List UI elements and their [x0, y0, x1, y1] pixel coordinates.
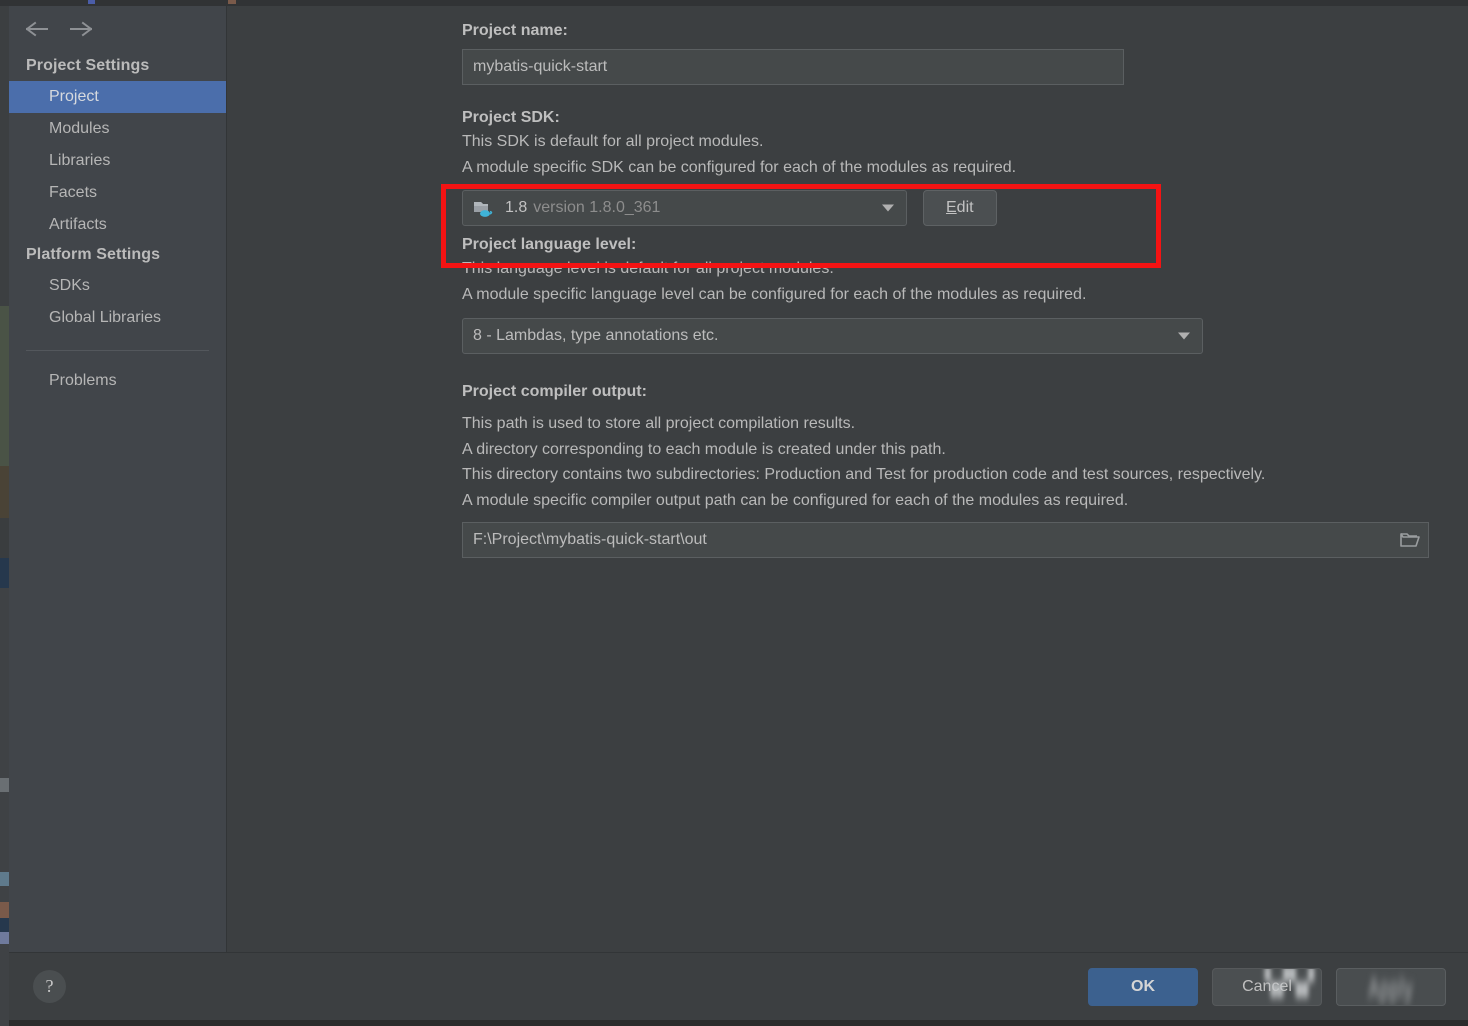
background-artifact: [0, 872, 9, 886]
project-language-level-combobox[interactable]: 8 - Lambdas, type annotations etc.: [462, 318, 1203, 354]
background-artifact: [0, 778, 9, 792]
sidebar-item-libraries[interactable]: Libraries: [9, 145, 226, 177]
sidebar-item-label: SDKs: [49, 277, 90, 294]
background-artifact: [88, 0, 95, 4]
compiler-output-description-line: This path is used to store all project c…: [462, 411, 1468, 437]
project-settings-panel: Project name: mybatis-quick-start Projec…: [227, 6, 1468, 952]
sidebar-item-project[interactable]: Project: [9, 81, 226, 113]
sidebar-item-global-libraries[interactable]: Global Libraries: [9, 302, 226, 334]
sidebar-item-facets[interactable]: Facets: [9, 177, 226, 209]
dialog-action-buttons: OK Cancel ▚▞▚▞ Apply: [1088, 968, 1446, 1006]
background-artifact: [0, 932, 9, 944]
help-button[interactable]: ?: [33, 970, 66, 1003]
edit-button-rest: dit: [957, 199, 974, 217]
edit-sdk-button[interactable]: Edit: [923, 190, 997, 226]
compiler-output-description-line: A module specific compiler output path c…: [462, 488, 1468, 514]
open-folder-icon[interactable]: [1399, 531, 1421, 549]
project-sdk-description-line: This SDK is default for all project modu…: [462, 129, 1468, 155]
background-artifact: [0, 886, 9, 902]
compiler-output-description-line: A directory corresponding to each module…: [462, 437, 1468, 463]
compiler-output-path-input[interactable]: F:\Project\mybatis-quick-start\out: [462, 522, 1429, 558]
language-level-description-line: A module specific language level can be …: [462, 282, 1468, 308]
background-left-strip: [0, 6, 9, 1020]
sidebar-group-project-settings: Project Settings: [9, 52, 226, 81]
dialog-footer: ? OK Cancel ▚▞▚▞ Apply: [9, 952, 1468, 1020]
compiler-output-path-row: F:\Project\mybatis-quick-start\out: [462, 522, 1429, 558]
sidebar-item-label: Modules: [49, 120, 109, 137]
compiler-output-description-line: This directory contains two subdirectori…: [462, 462, 1468, 488]
java-sdk-folder-icon: [473, 198, 497, 218]
sidebar-item-sdks[interactable]: SDKs: [9, 270, 226, 302]
sidebar-item-label: Artifacts: [49, 216, 107, 233]
background-artifact: [0, 588, 9, 778]
sidebar-item-label: Libraries: [49, 152, 110, 169]
project-name-input[interactable]: mybatis-quick-start: [462, 49, 1124, 85]
edit-button-mnemonic: E: [946, 199, 957, 217]
project-sdk-combobox[interactable]: 1.8 version 1.8.0_361: [462, 190, 907, 226]
sidebar-group-platform-settings: Platform Settings: [9, 241, 226, 270]
ok-button[interactable]: OK: [1088, 968, 1198, 1006]
settings-sidebar: Project Settings Project Modules Librari…: [9, 6, 227, 952]
project-compiler-output-label: Project compiler output:: [462, 381, 1468, 403]
project-sdk-description-line: A module specific SDK can be configured …: [462, 155, 1468, 181]
background-artifact: [0, 902, 9, 918]
background-artifact: [228, 0, 236, 4]
sidebar-item-label: Problems: [49, 372, 117, 389]
arrow-left-icon[interactable]: [26, 18, 48, 40]
language-level-value: 8 - Lambdas, type annotations etc.: [473, 327, 718, 345]
project-sdk-name: 1.8: [505, 199, 527, 217]
sidebar-item-modules[interactable]: Modules: [9, 113, 226, 145]
sidebar-item-artifacts[interactable]: Artifacts: [9, 209, 226, 241]
background-artifact: [0, 306, 9, 466]
ok-button-label: OK: [1131, 978, 1155, 996]
cancel-button-label: Cancel: [1242, 978, 1292, 996]
arrow-right-icon[interactable]: [70, 18, 92, 40]
project-language-level-label: Project language level:: [462, 234, 1468, 256]
apply-button-label: Apply: [1368, 973, 1413, 1005]
sidebar-navigation-arrows: [9, 6, 226, 52]
project-sdk-row: 1.8 version 1.8.0_361 Edit: [462, 190, 1468, 226]
background-artifact: [0, 518, 9, 558]
background-artifact: [0, 944, 9, 1026]
project-sdk-version: version 1.8.0_361: [533, 199, 660, 217]
sidebar-item-problems[interactable]: Problems: [9, 365, 226, 397]
cancel-button[interactable]: Cancel ▚▞▚▞: [1212, 968, 1322, 1006]
background-artifact: [0, 918, 9, 932]
dialog-body: Project Settings Project Modules Librari…: [9, 6, 1468, 952]
background-artifact: [0, 466, 9, 518]
project-structure-dialog: Project Settings Project Modules Librari…: [9, 6, 1468, 1020]
sidebar-item-label: Facets: [49, 184, 97, 201]
chevron-down-icon: [1178, 333, 1190, 340]
sidebar-item-label: Project: [49, 88, 99, 105]
sidebar-divider: [26, 350, 209, 351]
background-artifact: [0, 792, 9, 872]
language-level-description-line: This language level is default for all p…: [462, 256, 1468, 282]
sidebar-item-label: Global Libraries: [49, 309, 161, 326]
background-artifact: [0, 558, 9, 588]
project-name-label: Project name:: [462, 20, 1468, 42]
project-sdk-label: Project SDK:: [462, 107, 1468, 129]
question-mark-icon: ?: [46, 976, 54, 997]
apply-button[interactable]: Apply: [1336, 968, 1446, 1006]
chevron-down-icon: [882, 205, 894, 212]
